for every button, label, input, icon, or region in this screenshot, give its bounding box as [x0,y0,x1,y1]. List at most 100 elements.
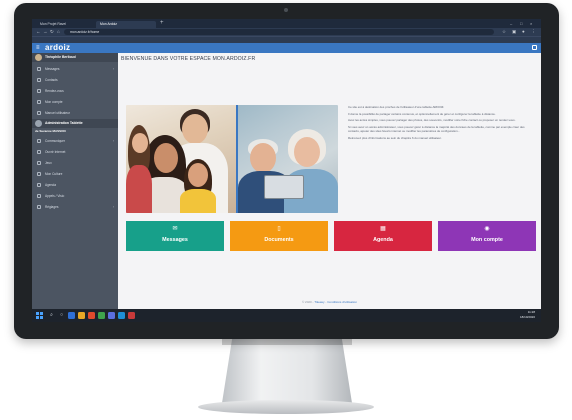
os-taskbar: ⌕ ○ 11:28 18/10/2020 [32,309,541,322]
app-icon[interactable] [128,312,135,319]
intro-paragraph: Il donne la possibilité de partager cert… [348,111,496,116]
avatar [35,54,42,61]
bookmarks-bar: ApplicationsChaînes BetaSharepointCarrot… [32,36,541,43]
documents-tile[interactable]: ▯ Documents [230,221,328,251]
book-icon [37,111,41,115]
sidebar-item[interactable]: Réglages › [32,202,118,212]
sidebar: Théophile Berlioud Messages › Contacts Rend… [32,53,118,309]
sidebar-item-label: Rendez-vous [45,89,64,93]
sidebar-item-label: Agenda [45,183,56,187]
tile-label: Agenda [373,237,393,243]
minimize-icon[interactable]: – [510,19,512,28]
new-tab-icon[interactable]: + [160,20,164,27]
edge-icon[interactable] [68,312,75,319]
intro-paragraph: Retrouvez plus d'informations au sein du… [348,136,442,141]
sidebar-item[interactable]: Manuel utilisateur [32,108,118,118]
sidebar-item[interactable]: Contacts [32,75,118,85]
contacts-icon [37,78,41,82]
page-title: BIENVENUE DANS VOTRE ESPACE MON.ARDOIZ.F… [121,56,256,62]
office-icon[interactable] [88,312,95,319]
hamburger-menu-icon[interactable]: ≡ [36,44,40,52]
sidebar-item[interactable]: Agenda [32,180,118,190]
sidebar-user-name: Théophile Berlioud [45,55,76,59]
windows-start-icon[interactable] [36,312,43,319]
calendar-icon: ▦ [380,226,386,232]
close-icon[interactable]: × [530,19,532,28]
sidebar-admin-section[interactable]: Administration Tablette [32,119,118,128]
intro-paragraph: Si vous avez un accès administrateur, vo… [348,125,525,134]
sidebar-item[interactable]: Mon compte [32,97,118,107]
tablet-device [264,175,304,199]
chevron-icon: › [112,205,114,209]
sidebar-item-label: Manuel utilisateur [45,111,70,115]
tile-label: Messages [162,237,188,243]
account-icon [37,100,41,104]
profile-icon[interactable]: ● [522,28,525,36]
admin-avatar [35,120,42,127]
shortcut-tiles: ✉ Messages ▯ Documents ▦ Agenda ◉ Mon compte [126,221,536,251]
sidebar-item[interactable]: Jeux [32,158,118,168]
sidebar-item-label: Ouvrir Internet [45,150,66,154]
file-explorer-icon[interactable] [78,312,85,319]
sidebar-item[interactable]: Messages › [32,64,118,74]
footer-link-tikeasy[interactable]: Tikeasy [314,300,324,304]
culture-icon [37,172,41,176]
header-action-icon[interactable] [532,45,537,50]
mail-icon [37,67,41,71]
mail-icon: ✉ [172,226,178,232]
footer-link-terms[interactable]: Conditions d'utilisation [327,300,357,304]
outlook-icon[interactable] [118,312,125,319]
search-icon[interactable]: ⌕ [48,312,55,319]
intro-text: Ce site est à destination des proches de… [348,105,534,143]
document-icon: ▯ [277,226,281,232]
forward-icon[interactable]: → [43,28,48,36]
back-icon[interactable]: ← [36,28,41,36]
globe-icon [37,150,41,154]
sidebar-item[interactable]: Communiquer › [32,136,118,146]
user-icon: ◉ [484,226,490,232]
task-view-icon[interactable]: ○ [58,312,65,319]
browser-address-bar: ← → ↻ ⌂ mon.ardoiz.fr/home ☆ ▣ ● ⋮ [32,28,541,36]
browser-tab-bar: Mon Projet Ravel Mon Ardoiz + – □ × [32,19,541,28]
agenda-tile[interactable]: ▦ Agenda [334,221,432,251]
sidebar-item[interactable]: Appels / Visio [32,191,118,201]
star-icon[interactable]: ☆ [502,28,506,36]
calendar-icon [37,89,41,93]
maximize-icon[interactable]: □ [520,19,522,28]
monitor-stand-neck [222,337,352,403]
chrome-icon[interactable] [98,312,105,319]
sidebar-item-label: Messages [45,67,60,71]
home-icon[interactable]: ⌂ [57,28,60,36]
settings-icon [37,205,41,209]
sidebar-item-label: Contacts [45,78,58,82]
browser-tab-2[interactable]: Mon Ardoiz [96,21,156,28]
browser-tab-1[interactable]: Mon Projet Ravel [36,21,94,28]
sidebar-item-label: Réglages [45,205,59,209]
agenda-icon [37,183,41,187]
clock[interactable]: 11:28 18/10/2020 [520,310,535,320]
reload-icon[interactable]: ↻ [50,28,54,36]
menu-icon[interactable]: ⋮ [531,28,536,36]
teams-icon[interactable] [108,312,115,319]
sidebar-item-label: Jeux [45,161,52,165]
chevron-icon: › [112,67,114,71]
sidebar-item[interactable]: Mon Culture [32,169,118,179]
app-header: ≡ ardoiz [32,43,541,53]
messages-tile[interactable]: ✉ Messages [126,221,224,251]
tile-label: Mon compte [471,237,503,243]
chevron-icon: › [112,139,114,143]
sidebar-item-label: Mon Culture [45,172,63,176]
extensions-icon[interactable]: ▣ [512,28,516,36]
chat-icon [37,139,41,143]
intro-paragraph: Avec les accès simples, vous pouvez part… [348,118,516,123]
sidebar-item[interactable]: Rendez-vous [32,86,118,96]
sidebar-user-profile[interactable]: Théophile Berlioud [32,53,118,62]
account-tile[interactable]: ◉ Mon compte [438,221,536,251]
sidebar-item-label: Appels / Visio [45,194,65,198]
sidebar-item[interactable]: Ouvrir Internet [32,147,118,157]
url-input[interactable]: mon.ardoiz.fr/home [64,29,494,35]
ardoiz-logo[interactable]: ardoiz [45,43,70,53]
tile-label: Documents [264,237,294,243]
phone-icon [37,194,41,198]
monitor-bezel: Mon Projet Ravel Mon Ardoiz + – □ × ← → … [14,3,559,339]
